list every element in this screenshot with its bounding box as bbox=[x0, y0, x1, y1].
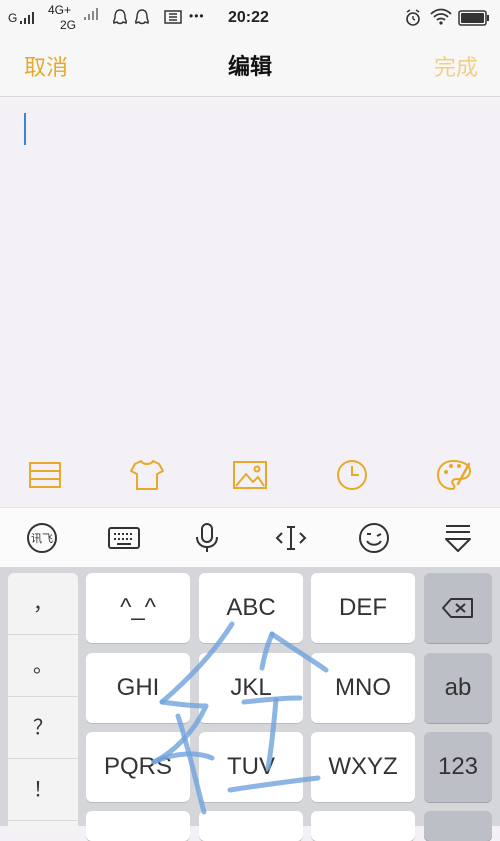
backspace-key[interactable] bbox=[424, 573, 492, 643]
clock-time: 20:22 bbox=[228, 9, 269, 26]
ab-key[interactable]: ab bbox=[424, 653, 492, 723]
key-mno[interactable]: MNO bbox=[311, 653, 415, 723]
signal-icon-secondary bbox=[84, 8, 98, 20]
punct-key-question[interactable]: ？ bbox=[8, 697, 78, 759]
key-wxyz[interactable]: WXYZ bbox=[311, 732, 415, 802]
punctuation-column: ， 。 ？ ！ bbox=[8, 573, 78, 833]
key-row4-left[interactable] bbox=[86, 811, 190, 841]
cursor-move-icon[interactable] bbox=[274, 521, 308, 555]
key-tuv[interactable]: TUV bbox=[199, 732, 303, 802]
nav-bar: 取消 编辑 完成 bbox=[0, 36, 500, 97]
qq-icon bbox=[112, 9, 150, 25]
emoji-icon[interactable] bbox=[357, 521, 391, 555]
page-title: 编辑 bbox=[227, 54, 272, 79]
status-bar: G 4G+ 2G ••• 20:22 bbox=[0, 0, 500, 36]
app-grid-icon bbox=[164, 10, 182, 24]
carrier-label: G bbox=[8, 11, 18, 25]
network-type-top: 4G+ bbox=[48, 3, 72, 17]
ime-logo-icon[interactable]: 讯飞 bbox=[25, 521, 59, 555]
battery-icon bbox=[458, 10, 489, 26]
key-row4-fn[interactable] bbox=[424, 811, 492, 841]
signal-icon bbox=[20, 12, 34, 24]
keyboard: ， 。 ？ ！ ^_^ ABC DEF GHI JKL MNO ab PQRS … bbox=[0, 567, 500, 841]
key-def[interactable]: DEF bbox=[311, 573, 415, 643]
key-row4-center[interactable] bbox=[199, 811, 303, 841]
key-emoticon[interactable]: ^_^ bbox=[86, 573, 190, 643]
punct-key-period[interactable]: 。 bbox=[8, 635, 78, 697]
key-jkl[interactable]: JKL bbox=[199, 653, 303, 723]
svg-text:讯飞: 讯飞 bbox=[31, 532, 53, 545]
backspace-icon bbox=[442, 598, 473, 618]
punct-key-exclamation[interactable]: ！ bbox=[8, 759, 78, 821]
num-key[interactable]: 123 bbox=[424, 732, 492, 802]
wifi-icon bbox=[430, 8, 452, 25]
punct-key-comma[interactable]: ， bbox=[8, 573, 78, 635]
more-notifications-icon: ••• bbox=[189, 9, 205, 23]
checklist-icon[interactable] bbox=[27, 458, 63, 492]
key-pqrs[interactable]: PQRS bbox=[86, 732, 190, 802]
ime-toolbar: 讯飞 bbox=[0, 507, 500, 568]
collapse-keyboard-icon[interactable] bbox=[441, 521, 475, 555]
shirt-icon[interactable] bbox=[129, 458, 165, 492]
image-icon[interactable] bbox=[232, 458, 268, 492]
key-abc[interactable]: ABC bbox=[199, 573, 303, 643]
microphone-icon[interactable] bbox=[190, 521, 224, 555]
keyboard-icon[interactable] bbox=[107, 521, 141, 555]
key-ghi[interactable]: GHI bbox=[86, 653, 190, 723]
alarm-icon bbox=[406, 9, 420, 26]
done-button[interactable]: 完成 bbox=[434, 50, 478, 82]
palette-icon[interactable] bbox=[436, 458, 472, 492]
network-type-bottom: 2G bbox=[60, 18, 77, 32]
text-cursor bbox=[24, 113, 26, 145]
note-editor[interactable] bbox=[0, 97, 500, 507]
clock-icon[interactable] bbox=[334, 458, 370, 492]
key-row4-right[interactable] bbox=[311, 811, 415, 841]
note-toolbar bbox=[0, 450, 500, 500]
